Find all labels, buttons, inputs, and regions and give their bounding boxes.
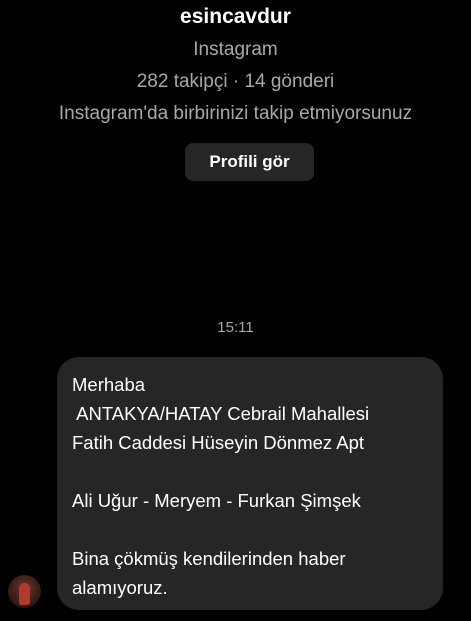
message-line: alamıyoruz.: [72, 577, 168, 598]
message-line: Ali Uğur - Meryem - Furkan Şimşek: [72, 490, 361, 511]
follow-status-note: Instagram'da birbirinizi takip etmiyorsu…: [58, 103, 413, 124]
profile-stats: 282 takipçi · 14 gönderi: [136, 71, 335, 92]
message-timestamp: 15:11: [217, 319, 254, 336]
view-profile-button[interactable]: Profili gör: [185, 143, 314, 181]
avatar-photo-figure: [19, 583, 30, 605]
message-line: ANTAKYA/HATAY Cebrail Mahallesi: [72, 403, 370, 424]
sender-avatar[interactable]: [8, 575, 41, 608]
message-line: Fatih Caddesi Hüseyin Dönmez Apt: [72, 432, 365, 453]
message-line: Merhaba: [72, 374, 146, 395]
profile-app-name: Instagram: [193, 39, 278, 60]
message-bubble[interactable]: Merhaba ANTAKYA/HATAY Cebrail Mahallesi …: [57, 357, 443, 610]
profile-username[interactable]: esincavdur: [0, 4, 471, 30]
message-line: Bina çökmüş kendilerinden haber: [72, 548, 346, 569]
message-line: [72, 457, 429, 486]
message-line: [72, 515, 429, 544]
